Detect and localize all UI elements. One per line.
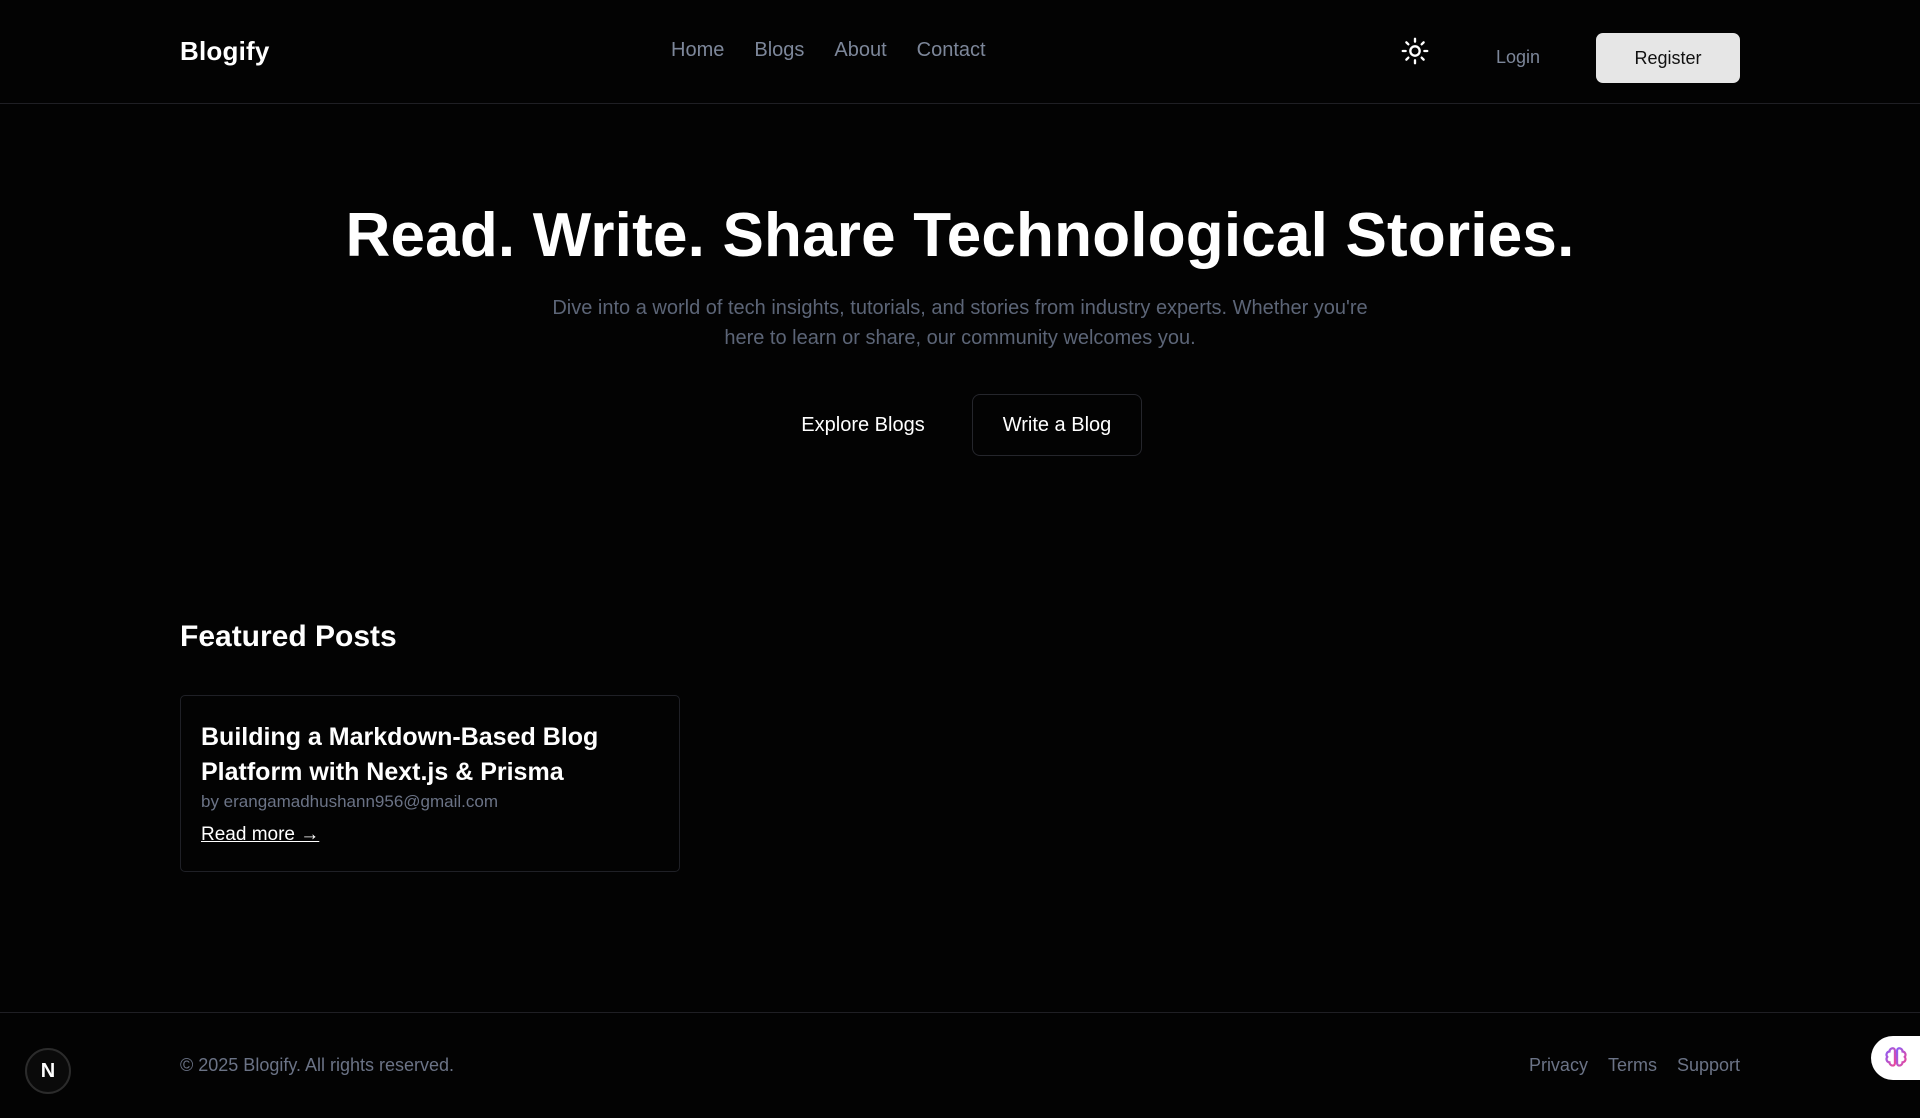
footer-link-terms[interactable]: Terms: [1608, 1055, 1657, 1076]
hero-actions: Explore Blogs Write a Blog: [0, 394, 1920, 456]
brain-icon: [1884, 1047, 1907, 1067]
post-title[interactable]: Building a Markdown-Based Blog Platform …: [201, 720, 641, 790]
explore-blogs-button[interactable]: Explore Blogs: [778, 394, 948, 456]
register-button[interactable]: Register: [1596, 33, 1740, 83]
footer-link-privacy[interactable]: Privacy: [1529, 1055, 1588, 1076]
footer-link-support[interactable]: Support: [1677, 1055, 1740, 1076]
copyright-text: © 2025 Blogify. All rights reserved.: [180, 1055, 455, 1075]
hero-subtitle: Dive into a world of tech insights, tuto…: [552, 297, 1368, 349]
nav-link-home[interactable]: Home: [671, 39, 724, 62]
site-header: Blogify Home Blogs About Contact Login R…: [0, 0, 1920, 104]
write-blog-button[interactable]: Write a Blog: [972, 394, 1142, 456]
login-link[interactable]: Login: [1496, 47, 1540, 68]
nav-link-contact[interactable]: Contact: [917, 39, 986, 62]
brand-logo[interactable]: Blogify: [180, 36, 270, 67]
main-nav: Home Blogs About Contact: [671, 39, 986, 62]
post-author: by erangamadhushann956@gmail.com: [201, 792, 498, 811]
nav-link-blogs[interactable]: Blogs: [754, 39, 804, 62]
extension-badge[interactable]: [1871, 1036, 1920, 1080]
featured-posts-heading: Featured Posts: [180, 620, 397, 653]
nav-link-about[interactable]: About: [834, 39, 886, 62]
page: Blogify Home Blogs About Contact Login R…: [0, 0, 1920, 1118]
post-card[interactable]: Building a Markdown-Based Blog Platform …: [180, 695, 680, 872]
hero-title: Read. Write. Share Technological Stories…: [345, 201, 1575, 270]
read-more-link[interactable]: Read more →: [201, 824, 319, 846]
theme-toggle-button[interactable]: [1400, 36, 1430, 66]
site-footer: © 2025 Blogify. All rights reserved. Pri…: [0, 1012, 1920, 1118]
sun-icon: [1401, 37, 1429, 65]
nextjs-icon: N: [40, 1059, 56, 1082]
footer-links: Privacy Terms Support: [1529, 1055, 1740, 1076]
nextjs-dev-badge[interactable]: N: [25, 1048, 71, 1094]
